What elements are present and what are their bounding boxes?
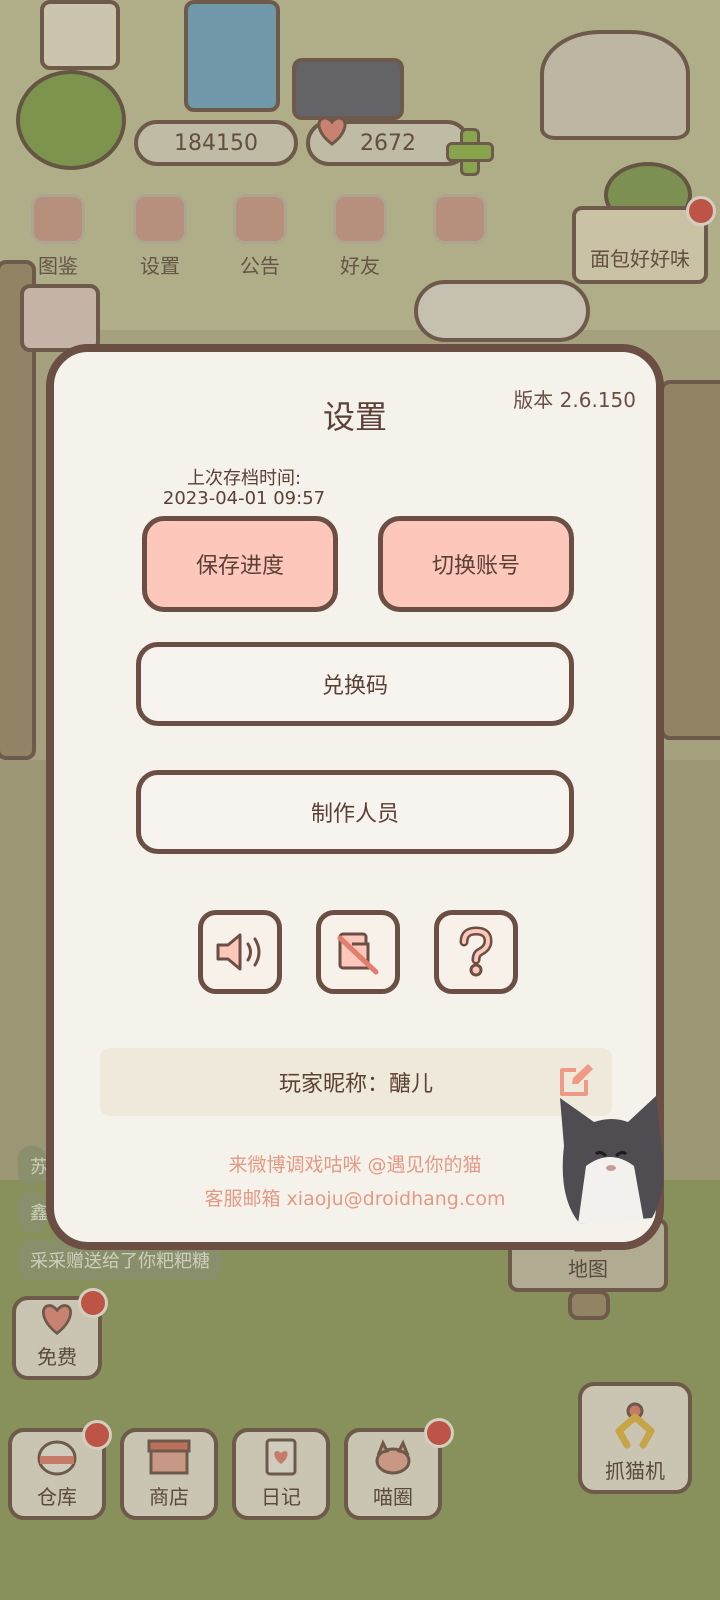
last-save-label: 上次存档时间: — [186, 468, 302, 489]
speaker-icon — [216, 933, 261, 971]
credits-label: 制作人员 — [310, 802, 399, 827]
last-save-time: 2023-04-01 09:57 — [162, 488, 326, 509]
version-label: 版本 2.6.150 — [513, 388, 636, 412]
vibration-off-icon — [337, 932, 379, 975]
switch-account-button[interactable]: 切换账号 — [378, 516, 574, 612]
nickname-row: 玩家昵称： 醣儿 — [100, 1048, 612, 1116]
redeem-code-label: 兑换码 — [321, 674, 388, 699]
vibration-toggle-button[interactable] — [316, 910, 400, 994]
question-mark-icon — [459, 926, 493, 977]
credits-button[interactable]: 制作人员 — [136, 770, 574, 854]
cat-photo-sticker — [560, 1096, 664, 1224]
nickname-value: 醣儿 — [389, 1072, 434, 1097]
save-progress-label: 保存进度 — [195, 554, 284, 579]
save-progress-button[interactable]: 保存进度 — [142, 516, 338, 612]
help-button[interactable] — [434, 910, 518, 994]
nickname-label: 玩家昵称： — [278, 1072, 389, 1097]
redeem-code-button[interactable]: 兑换码 — [136, 642, 574, 726]
switch-account-label: 切换账号 — [431, 554, 520, 579]
sound-toggle-button[interactable] — [198, 910, 282, 994]
